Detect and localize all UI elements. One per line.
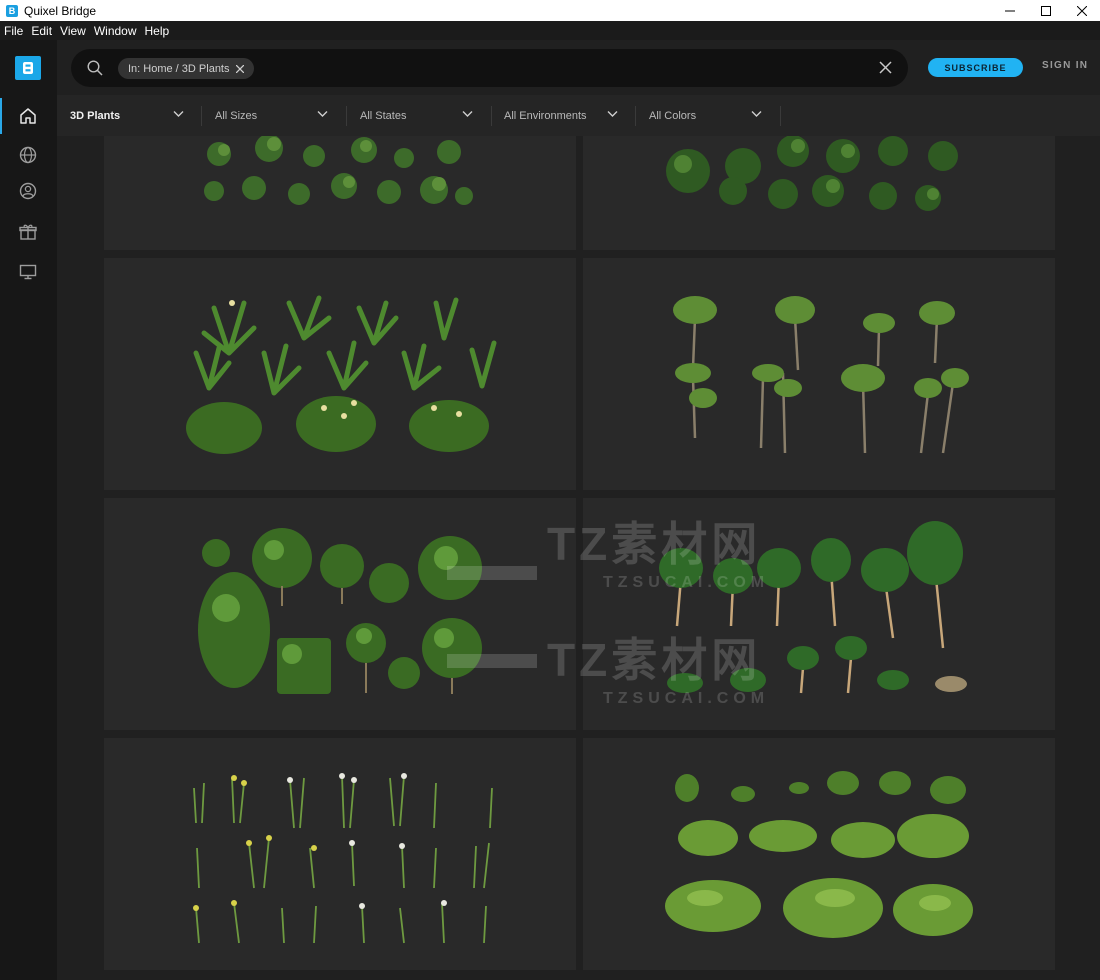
asset-thumbnail: [666, 136, 958, 211]
filter-state-label: All States: [360, 109, 407, 122]
close-icon: [1077, 5, 1087, 16]
filter-bar: 3D Plants All Sizes All States All Envir…: [57, 95, 1100, 136]
close-window-button[interactable]: [1064, 0, 1100, 21]
asset-card[interactable]: [583, 136, 1055, 250]
active-indicator: [0, 98, 2, 134]
title-bar: B Quixel Bridge: [0, 0, 1100, 21]
asset-thumbnail: [198, 528, 482, 694]
bridge-logo[interactable]: [15, 56, 41, 80]
chevron-down-icon: [317, 111, 328, 117]
menu-bar: File Edit View Window Help: [0, 21, 1100, 40]
search-bar[interactable]: In: Home / 3D Plants: [71, 49, 908, 87]
menu-help[interactable]: Help: [141, 24, 174, 38]
menu-window[interactable]: Window: [90, 24, 141, 38]
remove-chip-icon[interactable]: [235, 64, 244, 73]
menu-edit[interactable]: Edit: [27, 24, 56, 38]
minimize-button[interactable]: [992, 0, 1028, 21]
chevron-down-icon: [607, 111, 618, 117]
clear-search-icon[interactable]: [879, 61, 892, 74]
asset-thumbnail: [665, 771, 973, 938]
filter-divider: [346, 106, 347, 126]
filter-divider: [201, 106, 202, 126]
subscribe-button[interactable]: SUBSCRIBE: [928, 58, 1023, 77]
filter-category-label: 3D Plants: [70, 109, 121, 122]
sidebar-item-free[interactable]: [16, 220, 40, 244]
chevron-down-icon: [462, 111, 473, 117]
asset-card[interactable]: [583, 498, 1055, 730]
asset-thumbnail: [673, 296, 969, 454]
filter-divider: [635, 106, 636, 126]
menu-file[interactable]: File: [0, 24, 27, 38]
filter-size[interactable]: All Sizes: [215, 95, 333, 136]
maximize-icon: [1041, 5, 1051, 16]
minimize-icon: [1005, 10, 1015, 11]
header: In: Home / 3D Plants SUBSCRIBE SIGN IN: [57, 40, 1100, 95]
maximize-button[interactable]: [1028, 0, 1064, 21]
filter-environment[interactable]: All Environments: [504, 95, 622, 136]
asset-card[interactable]: [583, 738, 1055, 970]
sign-in-button[interactable]: SIGN IN: [1042, 60, 1088, 71]
search-scope-chip[interactable]: In: Home / 3D Plants: [118, 58, 254, 79]
asset-card[interactable]: [104, 498, 576, 730]
chevron-down-icon: [173, 111, 184, 117]
gift-icon: [19, 224, 37, 240]
menu-view[interactable]: View: [56, 24, 90, 38]
bridge-logo-icon: [23, 62, 33, 74]
filter-size-label: All Sizes: [215, 109, 258, 122]
search-icon: [87, 60, 103, 76]
asset-card[interactable]: [104, 258, 576, 490]
asset-grid: TZ素材网 TZSUCAI.COM TZ素材网 TZSUCAI.COM: [57, 136, 1100, 980]
home-icon: [20, 108, 36, 124]
globe-icon: [19, 146, 37, 164]
asset-thumbnail: [193, 773, 493, 944]
window-title: Quixel Bridge: [24, 3, 97, 18]
user-icon: [19, 182, 37, 200]
sidebar-item-local[interactable]: [16, 260, 40, 284]
filter-color[interactable]: All Colors: [649, 95, 767, 136]
app-icon: B: [6, 4, 18, 17]
asset-card[interactable]: [583, 258, 1055, 490]
asset-thumbnail: [659, 521, 967, 694]
asset-thumbnail: [186, 295, 497, 454]
filter-divider: [491, 106, 492, 126]
sidebar-item-home[interactable]: [16, 104, 40, 128]
sidebar: [0, 40, 57, 980]
filter-environment-label: All Environments: [504, 109, 587, 122]
asset-thumbnail: [204, 136, 473, 205]
filter-state[interactable]: All States: [360, 95, 478, 136]
filter-category[interactable]: 3D Plants: [70, 95, 188, 136]
search-scope-label: In: Home / 3D Plants: [128, 62, 230, 75]
chevron-down-icon: [751, 111, 762, 117]
filter-divider: [780, 106, 781, 126]
asset-card[interactable]: [104, 136, 576, 250]
filter-color-label: All Colors: [649, 109, 697, 122]
monitor-icon: [19, 264, 37, 280]
sidebar-item-explore[interactable]: [16, 143, 40, 167]
sidebar-item-account[interactable]: [16, 179, 40, 203]
asset-card[interactable]: [104, 738, 576, 970]
